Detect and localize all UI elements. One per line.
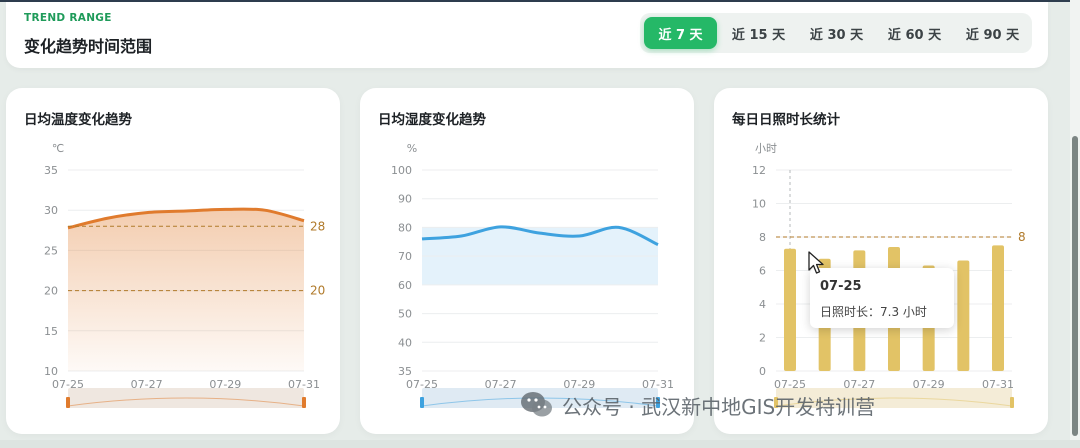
y-tick-label: 35 [44,164,58,177]
y-tick-label: 4 [759,298,766,311]
sunshine-chart: 024681012小时807-25 07-27 07-29 07-31 [752,142,1026,408]
x-tick-label: 07-31 [288,378,320,391]
wechat-icon [521,392,552,417]
y-tick-label: 10 [44,365,58,378]
data-zoom-handle-right [302,397,306,408]
y-tick-label: 6 [759,265,766,278]
humidity-chart: 35405060708090100%07-25 07-27 07-29 07-31 [391,142,674,408]
x-tick-label: 07-27 [131,378,163,391]
y-tick-label: 60 [398,279,412,292]
x-tick-label: 07-25 [52,378,84,391]
range-15-button[interactable]: 近 15 天 [722,17,795,49]
temperature-chart: 10 15 20 25 30 35 ℃ 28 20 07-25 07-27 07-29 07-31 [44,142,325,408]
y-tick-label: 10 [752,198,766,211]
bottom-edge [0,440,1080,448]
humidity-chart-card: 日均湿度变化趋势 35 40 50 60 70 80 90 100% 07-25 07-27 07-… [360,88,694,434]
tooltip-date: 07-25 [820,279,862,294]
sunshine-bar [957,260,970,371]
y-tick-label: 50 [398,308,412,321]
tooltip-value: 日照时长：7.3 小时 [820,305,927,319]
range-7-button[interactable]: 近 7 天 [644,17,717,49]
range-60-button[interactable]: 近 60 天 [878,17,951,49]
x-tick-label: 07-27 [485,378,517,391]
sunshine-bar [784,248,796,371]
y-tick-label: 35 [398,365,412,378]
y-tick-label: 30 [44,204,58,217]
y-tick-label: 90 [398,193,412,206]
data-zoom-handle-left [66,397,70,408]
y-tick-label: 80 [398,221,412,234]
y-tick-label: 12 [752,164,766,177]
range-90-button[interactable]: 近 90 天 [956,17,1029,49]
chart-tooltip: 07-25 日照时长：7.3 小时 [810,268,954,328]
y-tick-label: 0 [759,365,766,378]
y-tick-label: 100 [391,164,412,177]
trend-range-panel: TREND RANGE 变化趋势时间范围 近 7 天 近 15 天 近 30 天… [6,2,1048,68]
watermark: 公众号 · 武汉新中地GIS开发特训营 [520,387,875,423]
y-tick-label: 70 [398,250,412,263]
y-tick-label: 25 [44,244,58,257]
y-tick-label: 2 [759,332,766,345]
mouse-cursor-icon [808,251,824,274]
sunshine-bar [992,245,1004,371]
data-zoom-handle-left [420,397,424,408]
data-zoom-handle-right [1010,397,1014,408]
y-tick-label: 15 [44,325,58,338]
sunshine-chart-card: 每日日照时长统计 0 2 4 6 8 10 12 小时 8 07-25 07-27 07-29 07-3… [714,88,1048,434]
scrollbar-thumb[interactable] [1072,136,1078,436]
y-tick-label: 8 [759,231,766,244]
temperature-mark-label: 20 [310,284,325,298]
x-tick-label: 07-29 [913,378,945,391]
panel-eyebrow: TREND RANGE [24,12,112,24]
y-axis-unit-label: 小时 [755,142,777,155]
y-tick-label: 40 [398,336,412,349]
range-30-button[interactable]: 近 30 天 [800,17,873,49]
x-tick-label: 07-31 [982,378,1014,391]
temperature-chart-card: 日均温度变化趋势 10 15 20 25 30 35 ℃ 28 20 07-25 07-27 07-2… [6,88,340,434]
sunshine-mark-label: 8 [1018,230,1026,244]
watermark-text: 公众号 · 武汉新中地GIS开发特训营 [562,394,876,419]
x-tick-label: 07-29 [209,378,241,391]
y-axis-unit-label: % [407,142,417,155]
temperature-mark-label: 28 [310,219,325,233]
y-axis-unit-label: ℃ [52,142,64,155]
x-tick-label: 07-25 [406,378,438,391]
page-title: 变化趋势时间范围 [24,37,153,56]
y-tick-label: 20 [44,285,58,298]
temperature-area [68,209,304,371]
range-selector: 近 7 天 近 15 天 近 30 天 近 60 天 近 90 天 [640,13,1032,53]
